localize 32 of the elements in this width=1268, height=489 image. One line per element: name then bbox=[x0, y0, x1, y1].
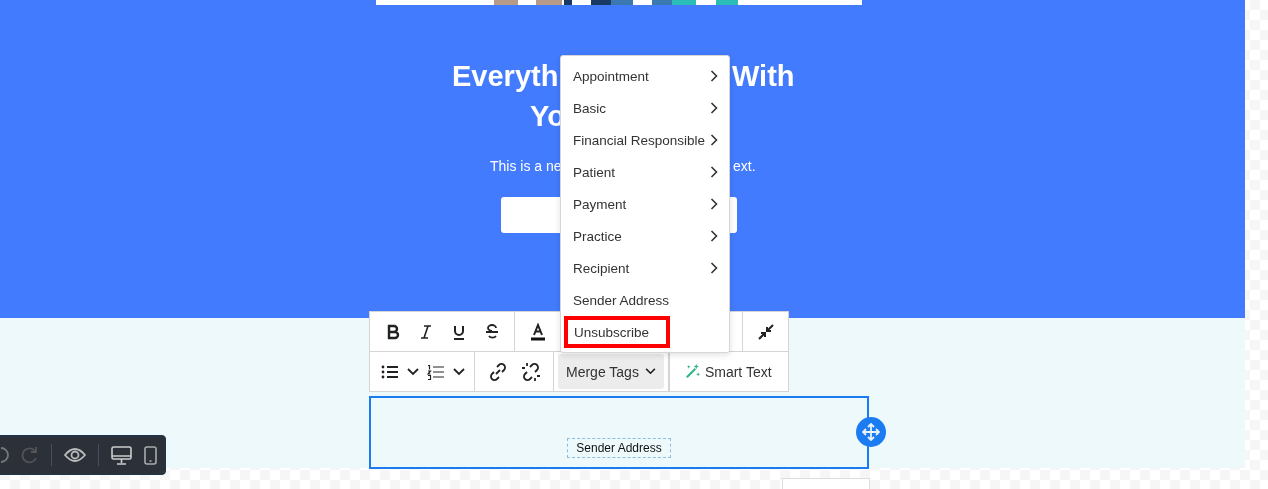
preview-eye-icon[interactable] bbox=[64, 447, 86, 463]
menu-item[interactable]: Financial Responsible bbox=[564, 124, 726, 156]
merge-tag-chip: Sender Address bbox=[567, 438, 671, 458]
undo-icon[interactable] bbox=[1, 446, 9, 464]
menu-item[interactable]: Recipient bbox=[564, 252, 726, 284]
unlink-icon[interactable] bbox=[520, 361, 541, 382]
menu-item[interactable]: Unsubscribe bbox=[564, 316, 670, 348]
strikethrough-icon[interactable] bbox=[483, 323, 500, 340]
desktop-icon[interactable] bbox=[111, 445, 132, 465]
numbered-list-icon[interactable] bbox=[427, 363, 445, 380]
text-color-icon[interactable] bbox=[528, 322, 547, 341]
text-block[interactable]: Sender Address bbox=[369, 396, 869, 469]
merge-tags-dropdown[interactable]: Merge Tags bbox=[558, 354, 664, 389]
subtitle-text: ext. bbox=[733, 158, 756, 174]
menu-item[interactable]: Practice bbox=[564, 220, 726, 252]
mobile-icon[interactable] bbox=[144, 445, 157, 465]
caret-icon bbox=[644, 368, 656, 375]
smart-text-button[interactable]: Smart Text bbox=[675, 354, 780, 389]
heading-text: With bbox=[732, 59, 795, 93]
menu-item[interactable]: Payment bbox=[564, 188, 726, 220]
magic-wand-icon bbox=[683, 363, 701, 380]
caret-icon[interactable] bbox=[407, 367, 419, 376]
caret-icon[interactable] bbox=[453, 367, 465, 376]
menu-item[interactable]: Appointment bbox=[564, 60, 726, 92]
subtitle-text: This is a ne bbox=[490, 158, 562, 174]
link-icon[interactable] bbox=[487, 361, 508, 382]
menu-item[interactable]: Basic bbox=[564, 92, 726, 124]
heading-text: Everyth bbox=[452, 59, 559, 93]
bullet-list-icon[interactable] bbox=[381, 363, 399, 380]
menu-item[interactable]: Sender Address bbox=[564, 284, 726, 316]
menu-item[interactable]: Patient bbox=[564, 156, 726, 188]
collapse-icon[interactable] bbox=[756, 322, 775, 341]
